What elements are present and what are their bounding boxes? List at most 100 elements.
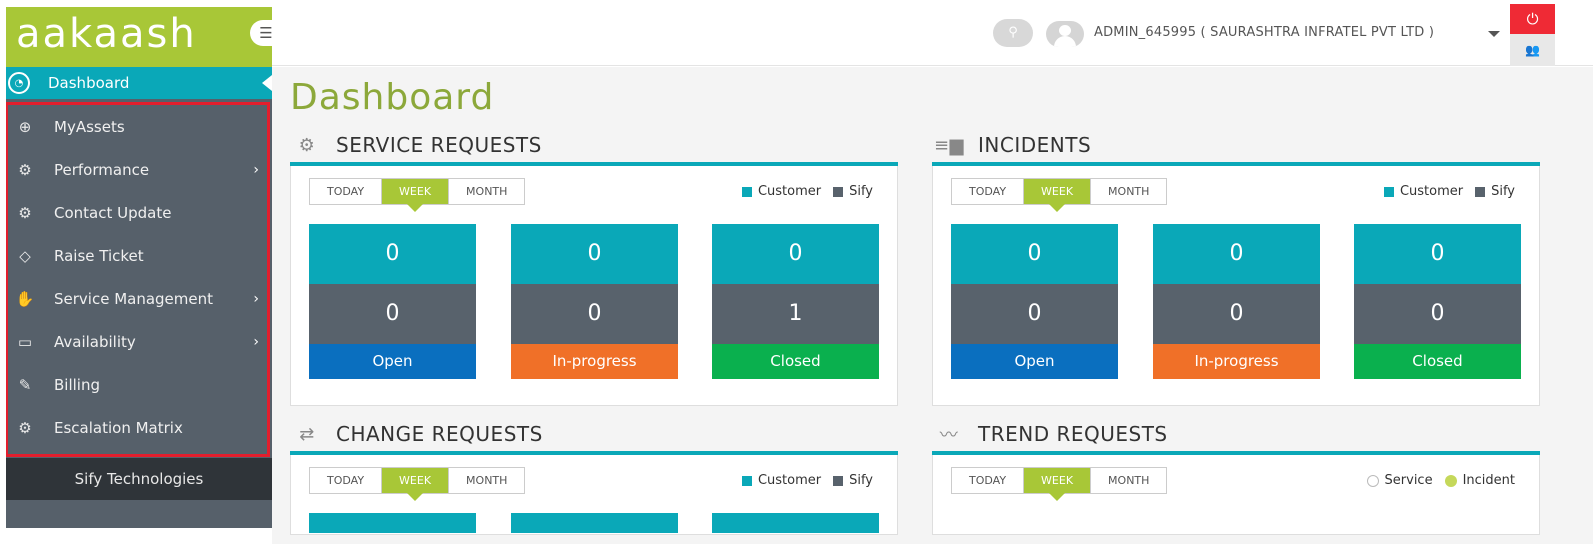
tile-label: In-progress bbox=[511, 344, 678, 379]
tab-month[interactable]: MONTH bbox=[449, 179, 524, 204]
incident-chat-icon: ≡▆ bbox=[934, 134, 964, 156]
users-icon[interactable]: 👥 bbox=[1510, 34, 1555, 66]
sify-count: 1 bbox=[712, 284, 879, 344]
tile-open[interactable]: 0 0 Open bbox=[951, 224, 1118, 379]
service-hand-icon: ✋ bbox=[15, 289, 35, 308]
sidebar-item-label: Service Management bbox=[54, 289, 214, 308]
brand-logo[interactable]: aakaash ☰ bbox=[6, 7, 284, 67]
period-tabs: TODAY WEEK MONTH bbox=[309, 467, 526, 501]
sidebar-item-label: Availability bbox=[54, 332, 136, 351]
sidebar-item-myassets[interactable]: ⊕ MyAssets bbox=[8, 105, 267, 148]
sidebar-item-performance[interactable]: ⚙ Performance › bbox=[8, 148, 267, 191]
tile-open[interactable] bbox=[309, 513, 476, 533]
ticket-icon: ◇ bbox=[19, 246, 31, 265]
legend: Customer Sify bbox=[1372, 184, 1515, 199]
tab-today[interactable]: TODAY bbox=[310, 468, 383, 493]
legend-incident-dot[interactable] bbox=[1444, 474, 1457, 487]
tile-label: Open bbox=[309, 344, 476, 379]
trend-line-icon: 〰 bbox=[939, 425, 959, 446]
user-name[interactable]: ADMIN_645995 ( SAURASHTRA INFRATEL PVT L… bbox=[1094, 25, 1434, 40]
tile-label: Closed bbox=[1354, 344, 1521, 379]
sidebar-item-label: MyAssets bbox=[54, 117, 125, 136]
sidebar-item-label: Raise Ticket bbox=[54, 246, 144, 265]
power-icon[interactable]: ⏻ bbox=[1510, 4, 1555, 34]
tab-month[interactable]: MONTH bbox=[1091, 179, 1166, 204]
sify-count: 0 bbox=[1153, 284, 1320, 344]
legend-service: Service bbox=[1384, 473, 1433, 488]
sidebar-item-label: Performance bbox=[54, 160, 150, 179]
panel-body: TODAY WEEK MONTH Customer Sify bbox=[290, 455, 898, 535]
tile-label: In-progress bbox=[1153, 344, 1320, 379]
customer-count: 0 bbox=[951, 224, 1118, 284]
panel-incidents: ≡▆ INCIDENTS TODAY WEEK MONTH Customer S… bbox=[932, 130, 1540, 406]
customer-count: 0 bbox=[1153, 224, 1320, 284]
tile-closed[interactable]: 0 0 Closed bbox=[1354, 224, 1521, 379]
chevron-right-icon: › bbox=[253, 290, 259, 307]
sify-count: 0 bbox=[309, 284, 476, 344]
tab-week[interactable]: WEEK bbox=[1024, 179, 1092, 212]
panel-header: ⚙ SERVICE REQUESTS bbox=[290, 130, 898, 160]
period-tabs: TODAY WEEK MONTH bbox=[309, 178, 526, 212]
legend-service-dot[interactable] bbox=[1366, 474, 1379, 487]
tab-week[interactable]: WEEK bbox=[382, 468, 450, 501]
legend-customer: Customer bbox=[757, 473, 822, 488]
panel-body: TODAY WEEK MONTH Customer Sify 0 0 Open … bbox=[290, 166, 898, 406]
legend: Customer Sify bbox=[730, 473, 873, 488]
tile-label: Closed bbox=[712, 344, 879, 379]
sidebar-item-service-management[interactable]: ✋ Service Management › bbox=[8, 277, 267, 320]
sify-count: 0 bbox=[511, 284, 678, 344]
legend-customer: Customer bbox=[757, 184, 822, 199]
panel-body: TODAY WEEK MONTH Service Incident bbox=[932, 455, 1540, 535]
tab-week[interactable]: WEEK bbox=[382, 179, 450, 212]
search-icon[interactable]: ⚲ bbox=[993, 19, 1033, 47]
tile-label: Open bbox=[951, 344, 1118, 379]
panel-title: INCIDENTS bbox=[978, 133, 1092, 157]
tile-in-progress[interactable]: 0 0 In-progress bbox=[511, 224, 678, 379]
tab-today[interactable]: TODAY bbox=[952, 179, 1025, 204]
panel-title: SERVICE REQUESTS bbox=[336, 133, 542, 157]
panel-body: TODAY WEEK MONTH Customer Sify 0 0 Open … bbox=[932, 166, 1540, 406]
panel-service-requests: ⚙ SERVICE REQUESTS TODAY WEEK MONTH Cust… bbox=[290, 130, 898, 406]
sidebar-menu-highlighted: ⊕ MyAssets ⚙ Performance › ⚙ Contact Upd… bbox=[6, 102, 270, 457]
sify-count: 0 bbox=[951, 284, 1118, 344]
tab-month[interactable]: MONTH bbox=[449, 468, 524, 493]
tab-month[interactable]: MONTH bbox=[1091, 468, 1166, 493]
legend-sify: Sify bbox=[1491, 184, 1515, 199]
period-tabs: TODAY WEEK MONTH bbox=[951, 467, 1168, 501]
panel-title: CHANGE REQUESTS bbox=[336, 422, 543, 446]
legend-customer: Customer bbox=[1399, 184, 1464, 199]
sidebar-item-availability[interactable]: ▭ Availability › bbox=[8, 320, 267, 363]
sidebar-item-raise-ticket[interactable]: ◇ Raise Ticket bbox=[8, 234, 267, 277]
gear-icon: ⚙ bbox=[18, 418, 32, 437]
sidebar-item-escalation-matrix[interactable]: ⚙ Escalation Matrix bbox=[8, 406, 267, 449]
chevron-right-icon: › bbox=[253, 333, 259, 350]
legend-sify: Sify bbox=[849, 473, 873, 488]
customer-count: 0 bbox=[712, 224, 879, 284]
caret-down-icon[interactable] bbox=[1488, 31, 1500, 37]
asset-icon: ⊕ bbox=[18, 117, 32, 136]
tile-closed[interactable] bbox=[712, 513, 879, 533]
legend: Service Incident bbox=[1355, 473, 1515, 488]
panel-trend-requests: 〰 TREND REQUESTS TODAY WEEK MONTH Servic… bbox=[932, 419, 1540, 535]
sidebar-item-dashboard[interactable]: ◔ Dashboard bbox=[6, 67, 272, 99]
customer-count: 0 bbox=[1354, 224, 1521, 284]
tab-week[interactable]: WEEK bbox=[1024, 468, 1092, 501]
sidebar-item-label: Billing bbox=[54, 375, 100, 394]
tile-open[interactable]: 0 0 Open bbox=[309, 224, 476, 379]
top-header: ⚲ ADMIN_645995 ( SAURASHTRA INFRATEL PVT… bbox=[272, 0, 1593, 66]
legend: Customer Sify bbox=[730, 184, 873, 199]
tab-today[interactable]: TODAY bbox=[310, 179, 383, 204]
tile-in-progress[interactable]: 0 0 In-progress bbox=[1153, 224, 1320, 379]
customer-count: 0 bbox=[309, 224, 476, 284]
sidebar-item-contact-update[interactable]: ⚙ Contact Update bbox=[8, 191, 267, 234]
customer-count: 0 bbox=[511, 224, 678, 284]
avatar[interactable] bbox=[1046, 21, 1084, 47]
tile-closed[interactable]: 0 1 Closed bbox=[712, 224, 879, 379]
sidebar-item-label: Dashboard bbox=[48, 74, 130, 92]
stat-tiles: 0 0 Open 0 0 In-progress 0 1 Closed bbox=[309, 224, 879, 379]
stat-tiles: 0 0 Open 0 0 In-progress 0 0 Closed bbox=[951, 224, 1521, 379]
sidebar-item-label: Escalation Matrix bbox=[54, 418, 183, 437]
tile-in-progress[interactable] bbox=[511, 513, 678, 533]
sidebar-item-billing[interactable]: ✎ Billing bbox=[8, 363, 267, 406]
tab-today[interactable]: TODAY bbox=[952, 468, 1025, 493]
